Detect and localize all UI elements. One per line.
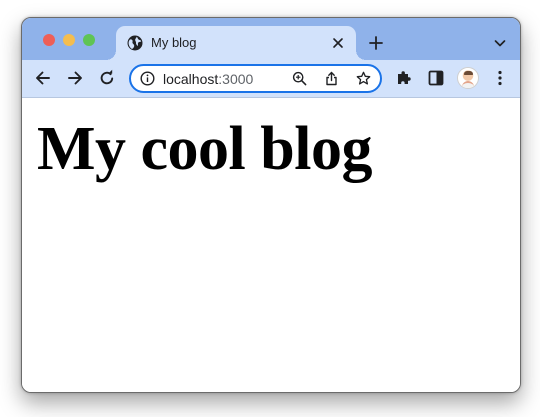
tab-strip: My blog bbox=[22, 18, 520, 60]
avatar[interactable] bbox=[457, 67, 479, 89]
chevron-down-icon[interactable] bbox=[494, 38, 506, 48]
close-window-button[interactable] bbox=[43, 34, 55, 46]
page-heading: My cool blog bbox=[37, 115, 372, 183]
star-icon[interactable] bbox=[356, 71, 371, 86]
address-bar[interactable]: localhost:3000 bbox=[129, 64, 382, 93]
globe-icon bbox=[127, 35, 143, 51]
url-port: :3000 bbox=[218, 71, 254, 87]
active-tab[interactable]: My blog bbox=[106, 26, 366, 60]
share-icon[interactable] bbox=[324, 71, 339, 86]
plus-icon[interactable] bbox=[369, 36, 383, 50]
tab-title: My blog bbox=[151, 35, 197, 50]
url-host: localhost bbox=[163, 71, 219, 87]
info-icon[interactable] bbox=[140, 71, 155, 86]
avatar-hair bbox=[464, 71, 473, 75]
back-arrow-icon[interactable] bbox=[34, 69, 52, 87]
zoom-icon[interactable] bbox=[292, 71, 307, 86]
browser-window: My blog localhost:3000 My cool blog bbox=[21, 17, 521, 393]
minimize-window-button[interactable] bbox=[63, 34, 75, 46]
url-text: localhost:3000 bbox=[163, 71, 253, 87]
close-icon[interactable] bbox=[331, 36, 345, 50]
kebab-menu-icon[interactable] bbox=[491, 69, 509, 87]
reload-icon[interactable] bbox=[98, 69, 116, 87]
fullscreen-window-button[interactable] bbox=[83, 34, 95, 46]
forward-arrow-icon[interactable] bbox=[66, 69, 84, 87]
side-panel-icon[interactable] bbox=[427, 69, 445, 87]
page-content: My cool blog bbox=[22, 98, 520, 392]
toolbar: localhost:3000 bbox=[22, 60, 520, 98]
puzzle-icon[interactable] bbox=[395, 69, 413, 87]
